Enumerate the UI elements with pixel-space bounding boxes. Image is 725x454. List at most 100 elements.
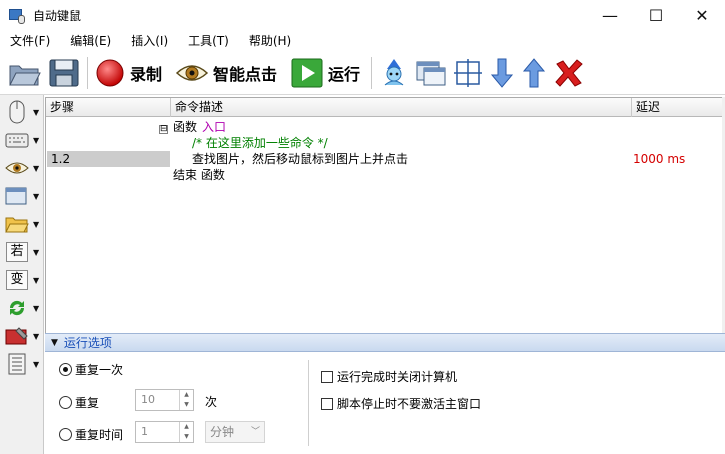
close-button[interactable]: ✕ (679, 0, 725, 31)
menu-help[interactable]: 帮助(H) (239, 31, 301, 51)
command-description: 查找图片，然后移动鼠标到图片上并点击 (192, 152, 409, 166)
delay-value: 1000 ms (633, 152, 686, 166)
checkbox-icon[interactable] (321, 397, 333, 410)
no-activate-checkbox[interactable]: 脚本停止时不要激活主窗口 (321, 395, 481, 412)
step-number: 1.2 (47, 151, 170, 167)
toolbox-icon (5, 327, 28, 345)
variable-tool[interactable]: 变 ▼ (4, 267, 44, 293)
wizard-button[interactable] (376, 53, 412, 93)
time-unit-value: 分钟 (210, 425, 235, 439)
column-header-step[interactable]: 步骤 (46, 98, 171, 117)
save-button[interactable] (45, 53, 83, 93)
menu-file[interactable]: 文件(F) (0, 31, 60, 51)
window-icon (416, 61, 446, 85)
keyboard-icon (5, 133, 29, 148)
radio-icon[interactable] (59, 428, 72, 441)
comment-text: /* 在这里添加一些命令 */ (192, 136, 328, 150)
repeat-radio[interactable]: 重复 (59, 394, 99, 411)
radio-selected-icon[interactable] (59, 363, 72, 376)
misc-tool[interactable]: ▼ (4, 323, 44, 349)
run-button[interactable]: 运行 (288, 53, 363, 93)
folder-icon (5, 217, 29, 233)
stepper-arrows-icon[interactable]: ▲ ▼ (179, 390, 193, 410)
grid-header: 步骤 命令描述 延迟 (46, 98, 723, 117)
run-options-panel: 重复一次 重复 10 ▲ ▼ 次 重复时间 1 ▲ ▼ 分钟 ﹀ 运行完成时关闭计算… (45, 352, 725, 454)
crosshair-icon (454, 58, 483, 87)
repeat-count-value: 10 (141, 393, 155, 406)
time-value-stepper[interactable]: 1 ▲ ▼ (135, 421, 194, 443)
dropdown-arrow-icon: ▼ (33, 247, 40, 257)
if-tool[interactable]: 若 ▼ (4, 239, 44, 265)
record-icon (96, 59, 124, 86)
table-row[interactable]: 结束 函数 (46, 167, 723, 183)
close-icon: ✕ (695, 6, 709, 25)
tree-collapse-icon[interactable]: ⊟ (159, 119, 170, 135)
window-tool[interactable]: ▼ (4, 183, 44, 209)
column-header-delay[interactable]: 延迟 (632, 98, 723, 117)
repeat-time-radio[interactable]: 重复时间 (59, 426, 123, 443)
end-function: 结束 函数 (173, 168, 225, 182)
time-unit-select[interactable]: 分钟 ﹀ (205, 421, 265, 443)
smart-click-label: 智能点击 (213, 64, 278, 84)
repeat-once-label: 重复一次 (75, 363, 124, 377)
if-tool-label: 若 (6, 242, 28, 262)
shutdown-label: 运行完成时关闭计算机 (337, 370, 458, 384)
dropdown-arrow-icon: ▼ (33, 163, 40, 173)
run-options-header[interactable]: ▼ 运行选项 (45, 333, 725, 352)
open-button[interactable] (5, 53, 45, 93)
dropdown-arrow-icon: ▼ (33, 107, 40, 117)
table-row[interactable]: 1.2 查找图片，然后移动鼠标到图片上并点击 1000 ms (46, 151, 723, 167)
run-label: 运行 (328, 64, 361, 84)
radio-icon[interactable] (59, 396, 72, 409)
menu-edit[interactable]: 编辑(E) (60, 31, 121, 51)
keyboard-tool[interactable]: ▼ (4, 127, 44, 153)
chevron-down-icon: ﹀ (250, 427, 260, 437)
region-button[interactable] (450, 53, 486, 93)
file-tool[interactable]: ▼ (4, 211, 44, 237)
maximize-button[interactable]: ☐ (633, 0, 679, 31)
loop-tool[interactable]: ▼ (4, 295, 44, 321)
window-title: 自动键鼠 (33, 9, 82, 23)
record-label: 录制 (130, 64, 163, 84)
menu-tools[interactable]: 工具(T) (178, 31, 239, 51)
app-icon (9, 8, 25, 24)
dropdown-arrow-icon: ▼ (33, 303, 40, 313)
wizard-icon (384, 58, 404, 85)
repeat-once-radio[interactable]: 重复一次 (59, 361, 123, 378)
table-row[interactable]: ⊟ 函数 入口 (46, 119, 723, 135)
repeat-unit-label: 次 (205, 395, 218, 409)
eye-icon (176, 64, 209, 81)
shutdown-checkbox[interactable]: 运行完成时关闭计算机 (321, 368, 457, 385)
mouse-tool[interactable]: ▼ (4, 99, 44, 125)
arrow-down-icon (490, 58, 514, 88)
image-tool[interactable]: ▼ (4, 155, 44, 181)
move-up-button[interactable] (518, 53, 550, 93)
command-grid[interactable]: 步骤 命令描述 延迟 ⊟ 函数 入口 /* 在这里添加一些命令 */ 1.2 查… (45, 97, 723, 333)
smart-click-button[interactable]: 智能点击 (173, 53, 280, 93)
title-bar: 自动键鼠 — ☐ ✕ (0, 0, 725, 31)
dropdown-arrow-icon: ▼ (33, 359, 40, 369)
delete-button[interactable] (550, 53, 588, 93)
stepper-arrows-icon[interactable]: ▲ ▼ (179, 422, 193, 442)
minimize-button[interactable]: — (587, 0, 633, 31)
minimize-icon: — (602, 6, 618, 25)
move-down-button[interactable] (486, 53, 518, 93)
run-options-title: 运行选项 (63, 336, 112, 350)
record-button[interactable]: 录制 (92, 53, 165, 93)
time-value: 1 (141, 425, 148, 438)
script-tool[interactable]: ▼ (4, 351, 44, 377)
open-folder-icon (9, 65, 41, 85)
checkbox-icon[interactable] (321, 370, 333, 383)
menu-insert[interactable]: 插入(I) (121, 31, 178, 51)
function-name: 入口 (202, 120, 227, 134)
table-row[interactable]: /* 在这里添加一些命令 */ (46, 135, 723, 151)
delete-x-icon (555, 58, 583, 87)
repeat-count-stepper[interactable]: 10 ▲ ▼ (135, 389, 194, 411)
window-button[interactable] (412, 53, 450, 93)
collapse-arrow-icon[interactable]: ▼ (51, 338, 58, 348)
play-icon (291, 58, 323, 87)
command-sidebar: ▼ ▼ ▼ ▼ ▼ 若 ▼ 变 ▼ ▼ ▼ ▼ (0, 95, 44, 454)
toolbar-separator (371, 56, 373, 89)
options-divider (308, 360, 309, 446)
column-header-command[interactable]: 命令描述 (171, 98, 632, 117)
